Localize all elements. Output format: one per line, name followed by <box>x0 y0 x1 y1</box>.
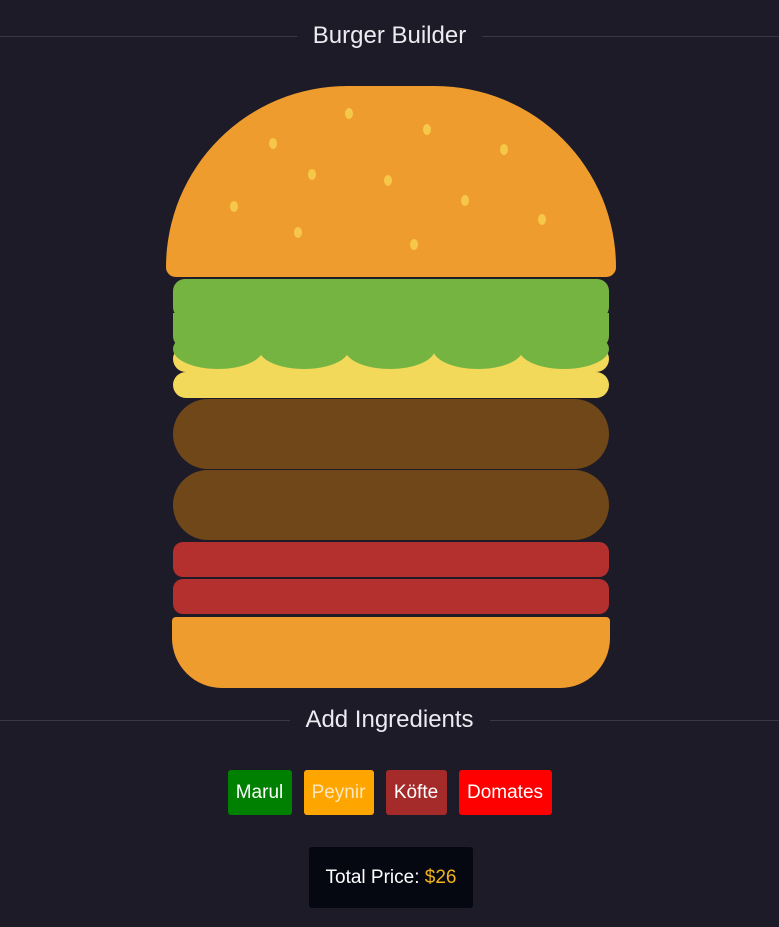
sesame-seed <box>345 108 353 119</box>
total-price-label: Total Price: <box>325 867 420 888</box>
sesame-seed <box>500 144 508 155</box>
sesame-seed <box>538 214 546 225</box>
sesame-seed <box>384 175 392 186</box>
burger-cheese <box>173 372 609 398</box>
burger-patty <box>173 399 609 469</box>
lettuce-wave <box>345 329 435 369</box>
add-domates-button[interactable]: Domates <box>458 770 552 815</box>
page-title-text: Burger Builder <box>296 21 483 51</box>
page-title: Burger Builder <box>0 21 779 51</box>
ingredients-title-text: Add Ingredients <box>289 705 490 735</box>
ingredients-title: Add Ingredients <box>0 705 779 735</box>
sesame-seed <box>230 201 238 212</box>
burger-lettuce <box>173 313 609 369</box>
sesame-seed <box>410 239 418 250</box>
lettuce-wave <box>259 329 349 369</box>
sesame-seed <box>269 138 277 149</box>
sesame-seed <box>461 195 469 206</box>
burger-tomato <box>173 579 609 614</box>
add-marul-button[interactable]: Marul <box>227 770 292 815</box>
burger-bun-top <box>166 86 616 277</box>
lettuce-wave <box>519 329 609 369</box>
total-price-box: Total Price: $26 <box>309 847 473 908</box>
sesame-seed <box>294 227 302 238</box>
burger-bun-bottom <box>172 617 610 688</box>
ingredient-buttons: Marul Peynir Köfte Domates <box>0 770 779 815</box>
lettuce-wave <box>433 329 523 369</box>
burger-tomato <box>173 542 609 577</box>
lettuce-wave <box>173 329 263 369</box>
sesame-seed <box>308 169 316 180</box>
sesame-seed <box>423 124 431 135</box>
add-kofte-button[interactable]: Köfte <box>385 770 447 815</box>
total-price-value: $26 <box>424 867 457 888</box>
add-peynir-button[interactable]: Peynir <box>303 770 374 815</box>
burger-patty <box>173 470 609 540</box>
